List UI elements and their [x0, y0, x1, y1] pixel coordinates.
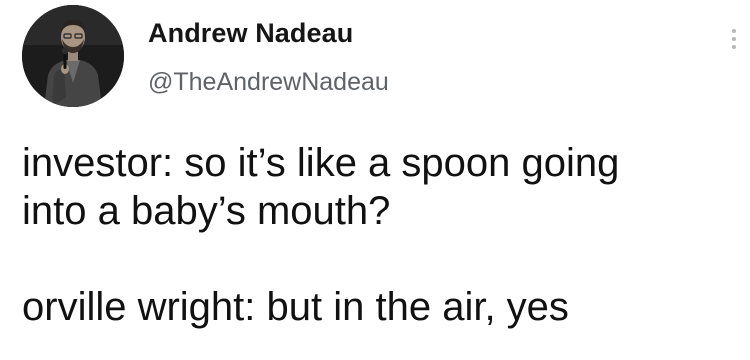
menu-dot	[732, 37, 736, 41]
avatar[interactable]	[22, 5, 124, 107]
more-options-icon[interactable]	[724, 20, 744, 54]
author-handle[interactable]: @TheAndrewNadeau	[148, 68, 389, 97]
tweet-card: Andrew Nadeau @TheAndrewNadeau investor:…	[0, 0, 750, 360]
author-display-name[interactable]: Andrew Nadeau	[148, 18, 353, 49]
menu-dot	[732, 29, 736, 33]
profile-photo-icon	[22, 5, 124, 107]
menu-dot	[732, 45, 736, 49]
tweet-text: investor: so it’s like a spoon going int…	[22, 141, 620, 329]
